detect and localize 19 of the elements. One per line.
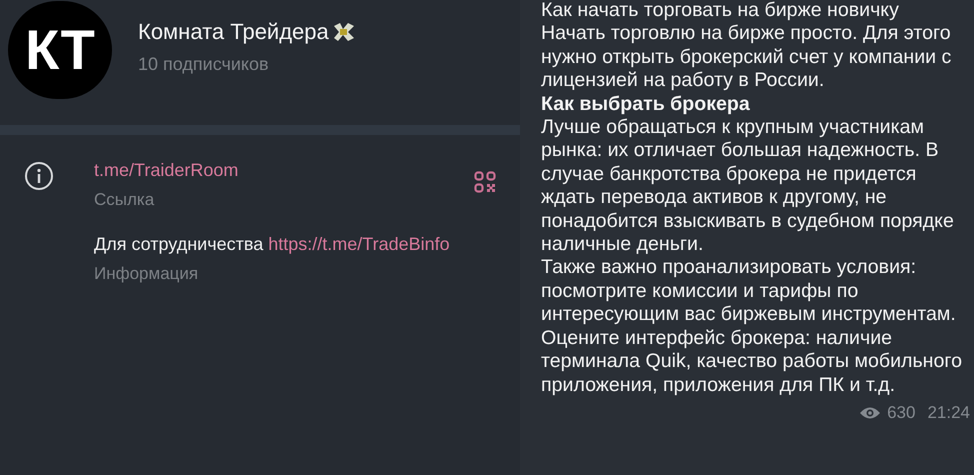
field-label: Информация (94, 263, 198, 285)
message-text: Лучше обращаться к крупным участникам рынка: их отличает большая надежность. В случае банкротства брокера не придется ждать перевода активов к другому, не понадобится взыскивать в судебном порядке наличные деньги. (541, 116, 955, 256)
field-label: Ссылка (94, 189, 154, 211)
subscriber-count: 10 подписчиков (138, 53, 270, 76)
info-icon (24, 161, 54, 191)
message-heading: Как выбрать брокера (541, 92, 751, 116)
eye-icon (859, 406, 882, 420)
message-time: 21:24 (927, 402, 970, 424)
channel-link[interactable]: t.me/TraiderRoom (94, 155, 238, 185)
avatar-logo: КТ (25, 22, 95, 78)
info-text: Для сотрудничества (94, 233, 264, 256)
message-text: Начать торговлю на бирже просто. Для этого нужно открыть брокерский счет у компании с лицензией на работу в России. (541, 22, 952, 93)
channel-name: Комната Трейдера (138, 18, 329, 46)
info-link[interactable]: https://t.me/TradeBinfo (268, 229, 450, 259)
message-text: Также важно проанализировать условия: посмотрите комиссии и тарифы по интересующим вас биржевым инструментам. (541, 256, 957, 327)
qr-code-icon[interactable] (474, 171, 496, 193)
message-text: Оцените интерфейс брокера: наличие терминала Quik, качество работы мобильного приложения, приложения для ПК и т.д. (541, 326, 963, 397)
view-count: 630 (887, 402, 916, 424)
message-text: Как начать торговать на бирже новичку (541, 0, 900, 22)
